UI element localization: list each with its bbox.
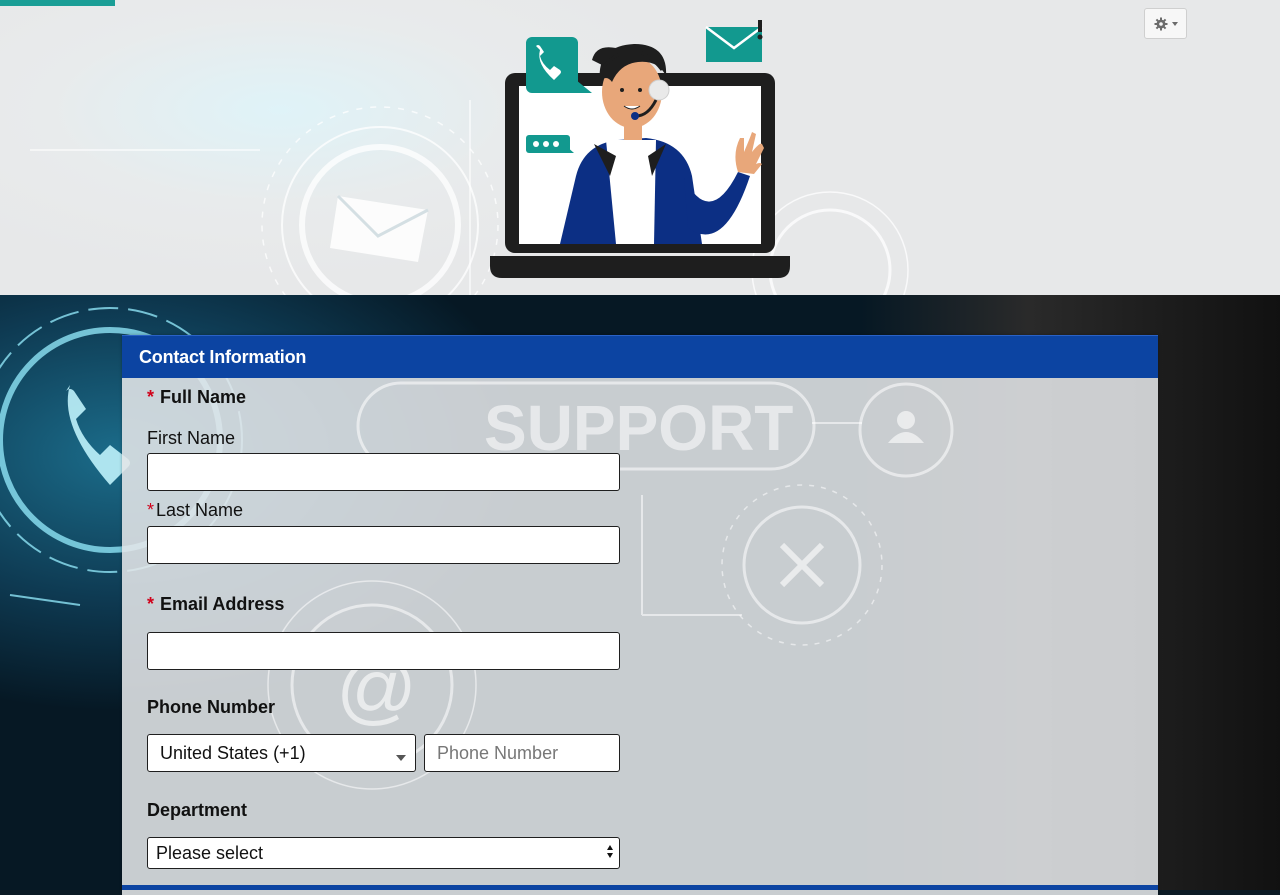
country-code-value: United States (+1) [160, 742, 306, 763]
required-mark: * [147, 500, 155, 520]
country-code-select[interactable]: United States (+1) [147, 734, 416, 772]
phone-icon [66, 385, 130, 485]
settings-button[interactable] [1144, 8, 1187, 39]
support-agent-illustration [490, 20, 790, 278]
envelope-icon [330, 196, 428, 262]
last-name-label: * Last Name [147, 500, 244, 520]
email-input[interactable] [147, 632, 620, 670]
tools-icon [779, 542, 825, 588]
last-name-input[interactable] [147, 526, 620, 564]
department-select[interactable]: Please select [147, 837, 620, 869]
first-name-input[interactable] [147, 453, 620, 491]
user-icon [888, 411, 924, 443]
phone-number-input[interactable] [424, 734, 620, 772]
form-watermark-decoration: SUPPORT @ [267, 381, 954, 790]
gear-icon [1154, 17, 1167, 30]
full-name-label: * Full Name [147, 387, 247, 407]
phone-number-label: Phone Number [147, 697, 276, 717]
header-banner [0, 0, 1280, 295]
required-mark: * [147, 387, 155, 407]
caret-down-icon [1171, 21, 1178, 26]
first-name-label: First Name [147, 428, 236, 448]
email-address-label: * Email Address [147, 594, 285, 614]
section-divider [122, 885, 1158, 890]
chevron-down-icon [396, 755, 406, 761]
department-label: Department [147, 800, 248, 820]
select-arrows-icon [607, 845, 613, 858]
department-selected-value: Please select [156, 842, 264, 863]
contact-form: SUPPORT @ Contact Information * Full Name… [122, 335, 1158, 895]
required-mark: * [147, 594, 155, 614]
